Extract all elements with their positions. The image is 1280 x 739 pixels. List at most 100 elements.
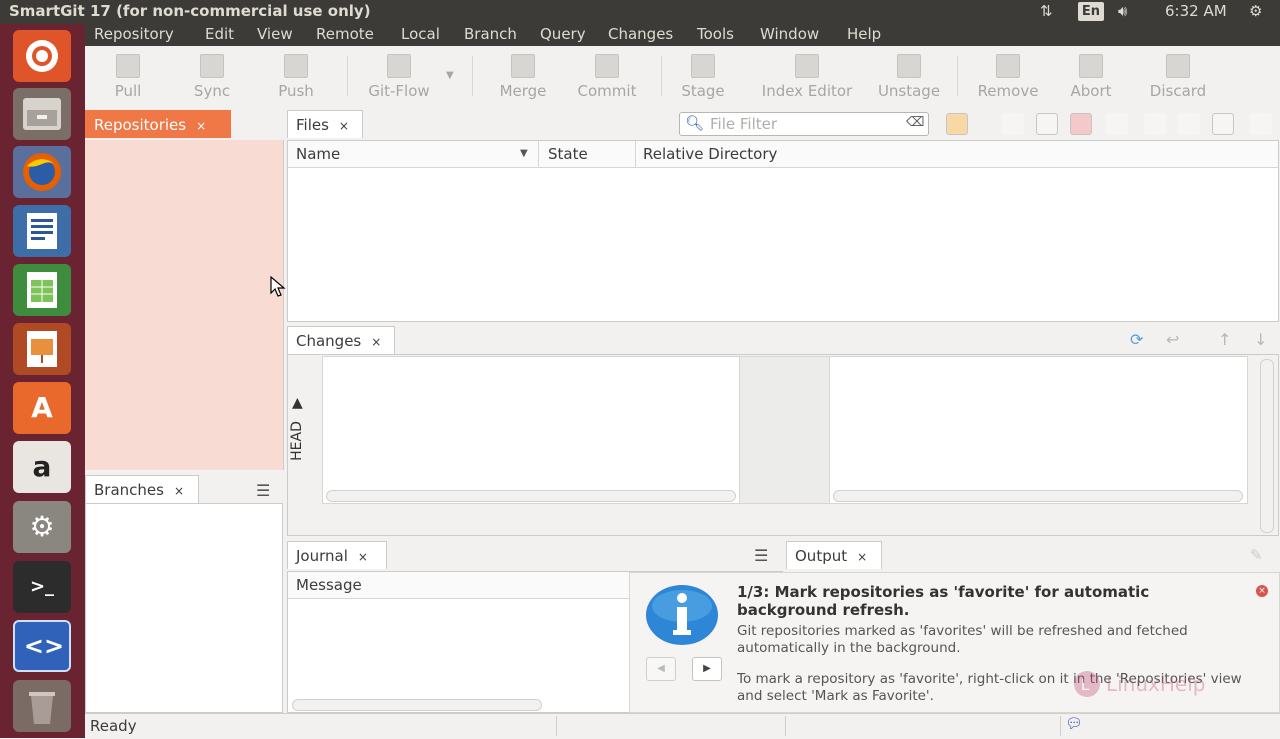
left-diff-scrollbar[interactable] bbox=[326, 490, 736, 502]
merge-button[interactable]: Merge bbox=[493, 46, 553, 108]
tab-branches[interactable]: Branches × bbox=[85, 475, 199, 503]
pull-button[interactable]: Pull bbox=[105, 46, 151, 108]
file-filter-placeholder: File Filter bbox=[710, 115, 778, 133]
libreoffice-writer-icon[interactable] bbox=[13, 205, 71, 257]
network-arrows-icon[interactable]: ⇅ bbox=[1040, 2, 1053, 20]
menu-tools[interactable]: Tools bbox=[697, 25, 734, 43]
show-modified-files-icon[interactable] bbox=[1036, 113, 1058, 135]
previous-change-icon[interactable]: ↑ bbox=[1218, 330, 1231, 349]
amazon-icon[interactable]: a bbox=[13, 441, 71, 493]
refresh-icon[interactable]: ⟳ bbox=[1130, 330, 1143, 349]
volume-icon[interactable]: 🔊︎ bbox=[1118, 2, 1127, 20]
tab-journal[interactable]: Journal × bbox=[287, 541, 387, 569]
remove-icon bbox=[996, 54, 1020, 78]
clear-filter-icon[interactable]: ⌫ bbox=[906, 115, 924, 130]
left-diff-pane[interactable] bbox=[322, 356, 741, 504]
commit-button[interactable]: Commit bbox=[571, 46, 643, 108]
show-untracked-files-icon[interactable] bbox=[1106, 113, 1128, 135]
column-state[interactable]: State bbox=[548, 145, 588, 163]
sync-button[interactable]: Sync bbox=[189, 46, 235, 108]
repositories-list[interactable] bbox=[85, 140, 284, 470]
ubuntu-dash-icon[interactable] bbox=[13, 30, 71, 82]
hamburger-icon[interactable]: ☰ bbox=[256, 481, 270, 500]
menu-query[interactable]: Query bbox=[540, 25, 586, 43]
stage-button[interactable]: Stage bbox=[675, 46, 731, 108]
menu-window[interactable]: Window bbox=[760, 25, 819, 43]
terminal-icon[interactable]: >_ bbox=[13, 561, 71, 613]
keyboard-layout-indicator[interactable]: En bbox=[1078, 2, 1104, 21]
changes-vertical-scrollbar[interactable] bbox=[1260, 359, 1274, 533]
abort-icon bbox=[1079, 54, 1103, 78]
column-name[interactable]: Name bbox=[296, 145, 340, 163]
software-center-icon[interactable]: A bbox=[13, 382, 71, 434]
column-relative-directory[interactable]: Relative Directory bbox=[643, 145, 777, 163]
close-icon[interactable]: × bbox=[358, 550, 368, 564]
show-assumed-files-icon[interactable] bbox=[1178, 113, 1200, 135]
smartgit-icon[interactable]: <> bbox=[13, 620, 71, 672]
gitflow-dropdown-icon[interactable]: ▼ bbox=[446, 70, 454, 81]
sort-descending-icon[interactable]: ▼ bbox=[520, 148, 528, 159]
undo-icon[interactable]: ↩ bbox=[1166, 330, 1179, 349]
hamburger-icon[interactable]: ☰ bbox=[754, 546, 768, 565]
search-icon: 🔍︎ bbox=[685, 114, 705, 132]
head-label-area: ▲ HEAD bbox=[288, 395, 311, 473]
trash-icon[interactable] bbox=[13, 680, 71, 732]
next-tip-button[interactable]: ▶ bbox=[692, 657, 722, 681]
menu-repository[interactable]: Repository bbox=[94, 25, 174, 43]
close-icon[interactable]: × bbox=[857, 550, 867, 564]
head-label: HEAD bbox=[288, 421, 305, 461]
menu-branch[interactable]: Branch bbox=[464, 25, 517, 43]
next-change-icon[interactable]: ↓ bbox=[1254, 330, 1267, 349]
tree-view-icon[interactable] bbox=[1212, 113, 1234, 135]
open-folder-icon[interactable] bbox=[946, 113, 968, 135]
journal-scrollbar[interactable] bbox=[292, 699, 542, 711]
tab-changes[interactable]: Changes × bbox=[287, 326, 395, 354]
clear-output-icon[interactable]: ✎ bbox=[1250, 546, 1263, 564]
system-settings-icon[interactable]: ⚙ bbox=[13, 501, 71, 553]
close-icon[interactable]: × bbox=[196, 119, 206, 133]
flat-view-icon[interactable] bbox=[1250, 113, 1272, 135]
clock[interactable]: 6:32 AM bbox=[1165, 2, 1227, 20]
libreoffice-impress-icon[interactable] bbox=[13, 323, 71, 375]
firefox-icon[interactable] bbox=[13, 146, 71, 198]
menu-local[interactable]: Local bbox=[401, 25, 440, 43]
close-icon[interactable]: × bbox=[371, 335, 381, 349]
notification-bubble-icon[interactable]: 💬︎ bbox=[1065, 716, 1083, 732]
remove-button[interactable]: Remove bbox=[971, 46, 1045, 108]
column-message[interactable]: Message bbox=[296, 576, 362, 594]
right-diff-pane[interactable] bbox=[829, 356, 1248, 504]
close-icon[interactable]: × bbox=[174, 484, 184, 498]
show-conflicted-files-icon[interactable] bbox=[1070, 113, 1092, 135]
show-unchanged-files-icon[interactable] bbox=[1002, 113, 1024, 135]
tab-files[interactable]: Files × bbox=[287, 110, 363, 138]
push-button[interactable]: Push bbox=[272, 46, 320, 108]
changes-view: ▲ HEAD bbox=[287, 354, 1279, 536]
menu-help[interactable]: Help bbox=[847, 25, 881, 43]
menu-view[interactable]: View bbox=[257, 25, 293, 43]
right-diff-scrollbar[interactable] bbox=[833, 490, 1243, 502]
files-icon[interactable] bbox=[13, 88, 71, 140]
file-filter-input[interactable]: 🔍︎ File Filter ⌫ bbox=[679, 112, 929, 136]
menu-edit[interactable]: Edit bbox=[205, 25, 234, 43]
status-divider bbox=[556, 716, 557, 736]
head-arrow-icon: ▲ bbox=[292, 395, 303, 411]
close-icon[interactable]: × bbox=[339, 119, 349, 133]
tab-output[interactable]: Output × bbox=[786, 541, 882, 569]
gear-icon[interactable]: ⚙ bbox=[1249, 2, 1262, 20]
tab-repositories[interactable]: Repositories × bbox=[85, 110, 231, 138]
menu-remote[interactable]: Remote bbox=[316, 25, 374, 43]
status-divider bbox=[785, 716, 786, 736]
index-editor-button[interactable]: Index Editor bbox=[753, 46, 861, 108]
branches-list[interactable] bbox=[85, 503, 283, 713]
discard-button[interactable]: Discard bbox=[1141, 46, 1215, 108]
previous-tip-button[interactable]: ◀ bbox=[646, 657, 676, 681]
notification-title: 1/3: Mark repositories as 'favorite' for… bbox=[737, 583, 1150, 619]
menu-changes[interactable]: Changes bbox=[608, 25, 673, 43]
toolbar-separator bbox=[472, 56, 473, 96]
abort-button[interactable]: Abort bbox=[1063, 46, 1119, 108]
unstage-button[interactable]: Unstage bbox=[873, 46, 945, 108]
close-notification-icon[interactable]: × bbox=[1256, 585, 1268, 597]
libreoffice-calc-icon[interactable] bbox=[13, 264, 71, 316]
gitflow-button[interactable]: Git-Flow bbox=[361, 46, 437, 108]
show-ignored-files-icon[interactable] bbox=[1144, 113, 1166, 135]
